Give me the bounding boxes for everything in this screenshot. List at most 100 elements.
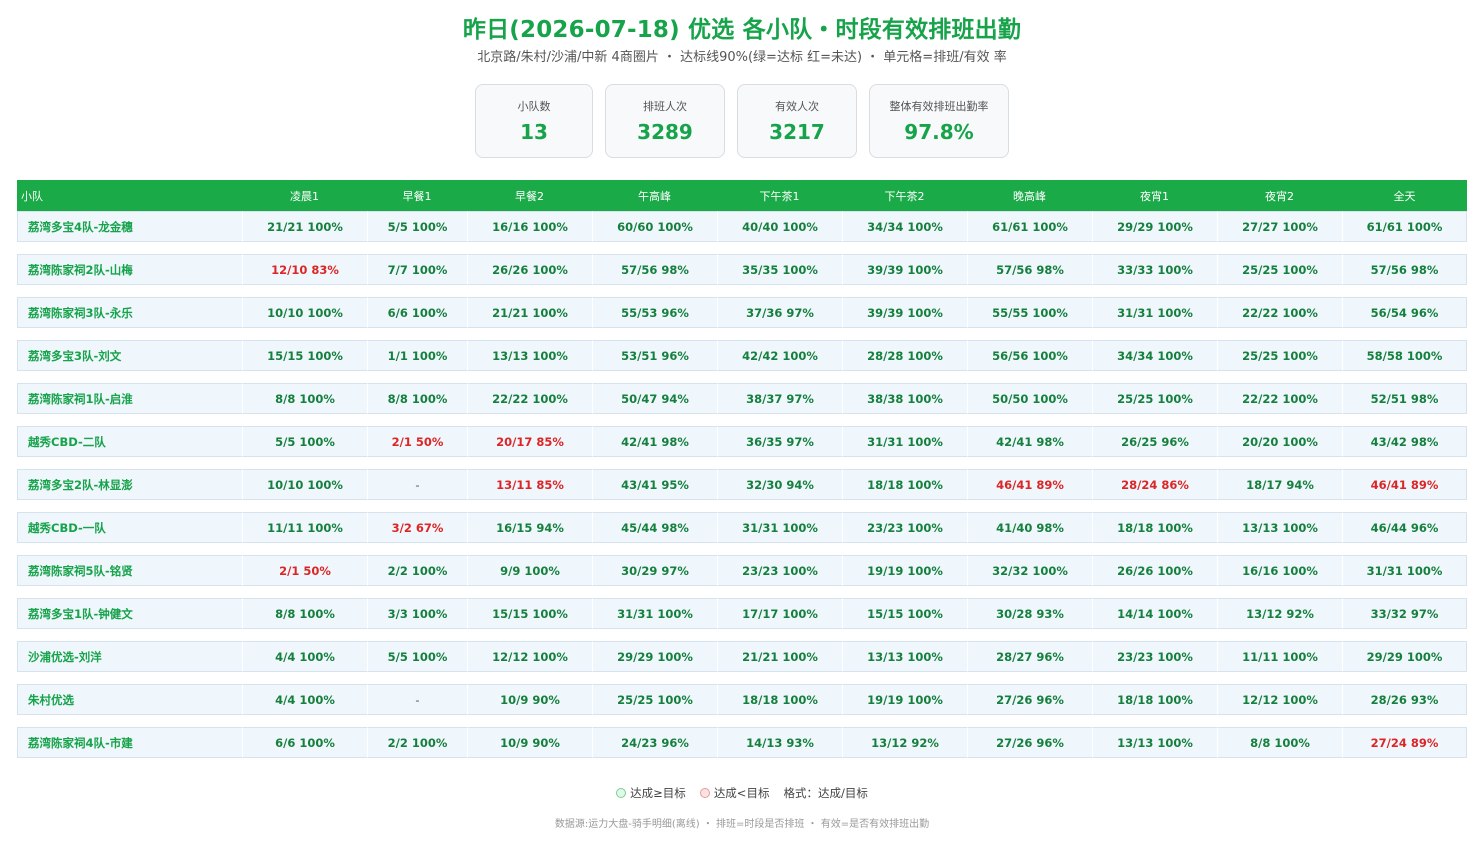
row-spacer (17, 457, 1467, 469)
attendance-cell: 43/41 95% (592, 469, 717, 500)
column-header: 早餐2 (467, 180, 592, 211)
attendance-cell: 9/9 100% (467, 555, 592, 586)
attendance-cell: 31/31 100% (592, 598, 717, 629)
attendance-table-container: 小队 凌晨1 早餐1 早餐2 午高峰 下午茶1 下午茶2 晚高峰 夜宵1 夜宵2 全天 荔湾多宝4队… (17, 180, 1467, 758)
team-name-cell: 荔湾陈家祠1队-启淮 (17, 383, 242, 414)
attendance-cell: 13/12 92% (1217, 598, 1342, 629)
attendance-cell: 2/1 50% (242, 555, 367, 586)
row-spacer-cell (17, 285, 1467, 297)
row-spacer (17, 328, 1467, 340)
attendance-cell: 20/20 100% (1217, 426, 1342, 457)
attendance-cell: 12/12 100% (467, 641, 592, 672)
attendance-cell: 46/44 96% (1342, 512, 1467, 543)
table-row: 荔湾多宝2队-林显澎 10/10 100% -13/11 85% 43/41 95% 3… (17, 469, 1467, 500)
kpi-label: 有效人次 (775, 100, 819, 113)
attendance-cell: 26/26 100% (467, 254, 592, 285)
column-header: 下午茶1 (717, 180, 842, 211)
team-name-cell: 越秀CBD-二队 (17, 426, 242, 457)
team-name-cell: 荔湾陈家祠4队-市建 (17, 727, 242, 758)
attendance-cell: 29/29 100% (1092, 211, 1217, 242)
attendance-cell: 5/5 100% (367, 641, 467, 672)
page-title: 昨日(2026-07-18) 优选 各小队・时段有效排班出勤 (462, 17, 1022, 43)
attendance-cell: 18/18 100% (1092, 684, 1217, 715)
attendance-cell: 13/13 100% (467, 340, 592, 371)
attendance-cell: 8/8 100% (242, 383, 367, 414)
row-spacer-cell (17, 457, 1467, 469)
page-subtitle: 北京路/朱村/沙浦/中新 4商圈片 ・ 达标线90%(绿=达标 红=未达) ・ … (477, 50, 1007, 65)
attendance-cell: 38/37 97% (717, 383, 842, 414)
row-spacer-cell (17, 371, 1467, 383)
attendance-cell: 38/38 100% (842, 383, 967, 414)
attendance-cell: 31/31 100% (717, 512, 842, 543)
attendance-cell: 4/4 100% (242, 684, 367, 715)
attendance-cell: 56/56 100% (967, 340, 1092, 371)
attendance-cell: 36/35 97% (717, 426, 842, 457)
attendance-cell: 15/15 100% (467, 598, 592, 629)
attendance-cell: 13/11 85% (467, 469, 592, 500)
column-header: 早餐1 (367, 180, 467, 211)
row-spacer-cell (17, 672, 1467, 684)
attendance-cell: 40/40 100% (717, 211, 842, 242)
attendance-cell: - (367, 469, 467, 500)
attendance-cell: 10/9 90% (467, 727, 592, 758)
row-spacer-cell (17, 242, 1467, 254)
row-spacer-cell (17, 500, 1467, 512)
attendance-cell: 12/12 100% (1217, 684, 1342, 715)
attendance-cell: 37/36 97% (717, 297, 842, 328)
attendance-cell: 21/21 100% (467, 297, 592, 328)
kpi-card-attendance-rate: 整体有效排班出勤率 97.8% (869, 84, 1009, 158)
attendance-cell: 31/31 100% (842, 426, 967, 457)
attendance-cell: 11/11 100% (1217, 641, 1342, 672)
legend-ok-swatch (616, 787, 627, 798)
kpi-card-effective: 有效人次 3217 (737, 84, 857, 158)
legend-bad-label: 达成<目标 (713, 786, 770, 800)
attendance-cell: 45/44 98% (592, 512, 717, 543)
table-row: 越秀CBD-一队 11/11 100% 3/2 67% 16/15 94% 45/44 … (17, 512, 1467, 543)
attendance-cell: 33/32 97% (1342, 598, 1467, 629)
attendance-cell: 29/29 100% (592, 641, 717, 672)
attendance-cell: 16/15 94% (467, 512, 592, 543)
row-spacer-cell (17, 715, 1467, 727)
legend-bad-swatch (699, 787, 710, 798)
attendance-cell: 42/41 98% (592, 426, 717, 457)
attendance-cell: 13/13 100% (1092, 727, 1217, 758)
table-row: 荔湾多宝3队-刘文 15/15 100% 1/1 100% 13/13 100% 53/… (17, 340, 1467, 371)
attendance-cell: 22/22 100% (1217, 297, 1342, 328)
dashboard-page: 昨日(2026-07-18) 优选 各小队・时段有效排班出勤 北京路/朱村/沙浦… (0, 0, 1484, 844)
row-spacer (17, 500, 1467, 512)
attendance-cell: 25/25 100% (592, 684, 717, 715)
attendance-cell: 8/8 100% (367, 383, 467, 414)
table-header-row: 小队 凌晨1 早餐1 早餐2 午高峰 下午茶1 下午茶2 晚高峰 夜宵1 夜宵2 全天 (17, 180, 1467, 211)
attendance-cell: 3/2 67% (367, 512, 467, 543)
row-spacer (17, 414, 1467, 426)
table-row: 朱村优选 4/4 100% -10/9 90% 25/25 100% 18/18 100… (17, 684, 1467, 715)
column-header: 全天 (1342, 180, 1467, 211)
table-row: 荔湾多宝1队-钟健文 8/8 100% 3/3 100% 15/15 100% 31/3… (17, 598, 1467, 629)
attendance-cell: 52/51 98% (1342, 383, 1467, 414)
attendance-cell: 57/56 98% (967, 254, 1092, 285)
team-name-cell: 沙浦优选-刘洋 (17, 641, 242, 672)
row-spacer-cell (17, 414, 1467, 426)
attendance-cell: 15/15 100% (242, 340, 367, 371)
legend-ok-label: 达成≥目标 (630, 786, 686, 800)
attendance-cell: 53/51 96% (592, 340, 717, 371)
kpi-value: 3217 (769, 120, 825, 144)
attendance-cell: 26/26 100% (1092, 555, 1217, 586)
attendance-cell: 13/13 100% (842, 641, 967, 672)
attendance-cell: 25/25 100% (1092, 383, 1217, 414)
attendance-cell: 7/7 100% (367, 254, 467, 285)
attendance-cell: 19/19 100% (842, 684, 967, 715)
attendance-cell: 55/55 100% (967, 297, 1092, 328)
attendance-cell: 8/8 100% (1217, 727, 1342, 758)
attendance-cell: 12/10 83% (242, 254, 367, 285)
attendance-cell: 43/42 98% (1342, 426, 1467, 457)
legend: 达成≥目标 达成<目标 格式：达成/目标 (0, 785, 1484, 801)
kpi-label: 小队数 (517, 100, 551, 113)
attendance-cell: 42/42 100% (717, 340, 842, 371)
row-spacer-cell (17, 543, 1467, 555)
attendance-cell: 31/31 100% (1342, 555, 1467, 586)
attendance-cell: 46/41 89% (1342, 469, 1467, 500)
attendance-cell: 61/61 100% (967, 211, 1092, 242)
attendance-cell: 21/21 100% (717, 641, 842, 672)
attendance-cell: 2/2 100% (367, 727, 467, 758)
